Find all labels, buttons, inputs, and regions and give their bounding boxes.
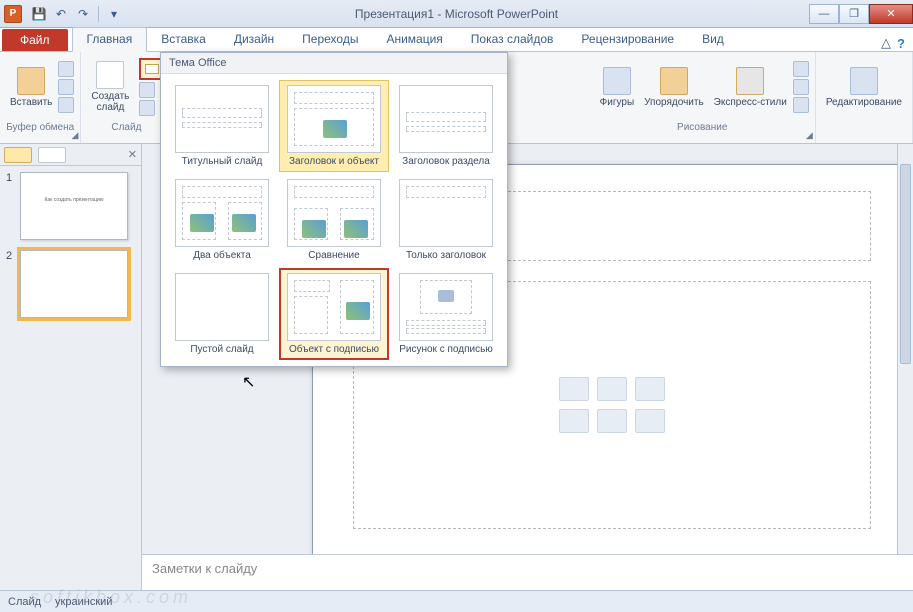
layout-comparison[interactable]: Сравнение: [279, 174, 389, 266]
group-label-drawing: Рисование: [677, 120, 727, 135]
tab-review[interactable]: Рецензирование: [567, 28, 688, 51]
tab-file[interactable]: Файл: [2, 29, 68, 51]
reset-icon[interactable]: [139, 82, 155, 98]
find-button[interactable]: Редактирование: [822, 54, 906, 120]
thumb-number: 2: [6, 250, 16, 318]
panel-tabs: ✕: [0, 144, 141, 166]
layout-title-content[interactable]: Заголовок и объект: [279, 80, 389, 172]
help-icon[interactable]: ?: [897, 36, 905, 51]
slide-thumbnail-1[interactable]: Как создать презентацию: [20, 172, 128, 240]
paste-button[interactable]: Вставить: [6, 54, 56, 120]
content-icons: [559, 377, 665, 433]
window-title: Презентация1 - Microsoft PowerPoint: [0, 7, 913, 21]
slide-thumbnail-2[interactable]: [20, 250, 128, 318]
section-icon[interactable]: [139, 100, 155, 116]
statusbar: Слайд украинский: [0, 590, 913, 612]
shape-effects-icon[interactable]: [793, 97, 809, 113]
cut-icon[interactable]: [58, 61, 74, 77]
layout-title-slide[interactable]: Титульный слайд: [167, 80, 277, 172]
gallery-grid: Титульный слайд Заголовок и объект Загол…: [161, 74, 507, 366]
panel-close-icon[interactable]: ✕: [128, 148, 137, 161]
shapes-icon: [603, 67, 631, 95]
shapes-label: Фигуры: [600, 97, 634, 108]
smartart-icon[interactable]: [635, 377, 665, 401]
copy-icon[interactable]: [58, 79, 74, 95]
outline-tab[interactable]: [38, 147, 66, 163]
tab-slideshow[interactable]: Показ слайдов: [457, 28, 568, 51]
gallery-header: Тема Office: [161, 53, 507, 74]
tab-design[interactable]: Дизайн: [220, 28, 288, 51]
quick-styles-button[interactable]: Экспресс-стили: [710, 54, 791, 120]
new-slide-icon: [96, 61, 124, 89]
find-icon: [850, 67, 878, 95]
shape-fill-icon[interactable]: [793, 61, 809, 77]
thumbnails: 1 Как создать презентацию 2: [0, 166, 141, 334]
paste-label: Вставить: [10, 97, 52, 108]
cursor-icon: ↖: [242, 372, 255, 392]
layout-icon: [145, 64, 159, 74]
arrange-button[interactable]: Упорядочить: [640, 54, 708, 120]
scrollbar-thumb[interactable]: [900, 164, 911, 364]
shapes-button[interactable]: Фигуры: [596, 54, 638, 120]
chart-icon[interactable]: [597, 377, 627, 401]
group-slides: Создать слайд Слайд: [81, 52, 168, 143]
layout-content-caption[interactable]: Объект с подписью: [279, 268, 389, 360]
status-slide: Слайд: [8, 596, 41, 608]
shape-outline-icon[interactable]: [793, 79, 809, 95]
vertical-scrollbar[interactable]: [897, 144, 913, 554]
titlebar: P 💾 ↶ ↷ ▾ Презентация1 - Microsoft Power…: [0, 0, 913, 28]
group-label-clipboard: Буфер обмена: [6, 120, 74, 135]
ribbon-tabs: Файл Главная Вставка Дизайн Переходы Ани…: [0, 28, 913, 52]
arrange-icon: [660, 67, 688, 95]
paste-icon: [17, 67, 45, 95]
new-slide-label: Создать слайд: [91, 91, 129, 113]
layout-gallery: Тема Office Титульный слайд Заголовок и …: [160, 52, 508, 367]
tab-insert[interactable]: Вставка: [147, 28, 220, 51]
new-slide-button[interactable]: Создать слайд: [87, 54, 133, 120]
quick-styles-label: Экспресс-стили: [714, 97, 787, 108]
dialog-launcher-icon[interactable]: ◢: [71, 130, 78, 141]
thumb-row[interactable]: 2: [6, 250, 135, 318]
tab-transitions[interactable]: Переходы: [288, 28, 372, 51]
tab-view[interactable]: Вид: [688, 28, 738, 51]
arrange-label: Упорядочить: [644, 97, 704, 108]
notes-pane[interactable]: Заметки к слайду: [142, 554, 913, 590]
slides-tab[interactable]: [4, 147, 32, 163]
media-icon[interactable]: [635, 409, 665, 433]
clipart-icon[interactable]: [597, 409, 627, 433]
picture-icon[interactable]: [559, 409, 589, 433]
group-editing: Редактирование: [816, 52, 913, 143]
layout-blank[interactable]: Пустой слайд: [167, 268, 277, 360]
minimize-ribbon-icon[interactable]: △: [881, 35, 891, 51]
dialog-launcher-icon[interactable]: ◢: [806, 130, 813, 141]
layout-section-header[interactable]: Заголовок раздела: [391, 80, 501, 172]
table-icon[interactable]: [559, 377, 589, 401]
group-clipboard: Вставить Буфер обмена ◢: [0, 52, 81, 143]
status-lang[interactable]: украинский: [55, 596, 112, 608]
editing-label: Редактирование: [826, 97, 902, 108]
tab-animation[interactable]: Анимация: [372, 28, 456, 51]
quick-styles-icon: [736, 67, 764, 95]
thumb-number: 1: [6, 172, 16, 240]
group-drawing: Фигуры Упорядочить Экспресс-стили Рисова…: [590, 52, 816, 143]
layout-picture-caption[interactable]: Рисунок с подписью: [391, 268, 501, 360]
tab-home[interactable]: Главная: [72, 27, 148, 52]
layout-two-content[interactable]: Два объекта: [167, 174, 277, 266]
format-painter-icon[interactable]: [58, 97, 74, 113]
group-label-slides: Слайд: [111, 120, 141, 135]
slide-panel: ✕ 1 Как создать презентацию 2: [0, 144, 142, 590]
thumb-row[interactable]: 1 Как создать презентацию: [6, 172, 135, 240]
layout-title-only[interactable]: Только заголовок: [391, 174, 501, 266]
